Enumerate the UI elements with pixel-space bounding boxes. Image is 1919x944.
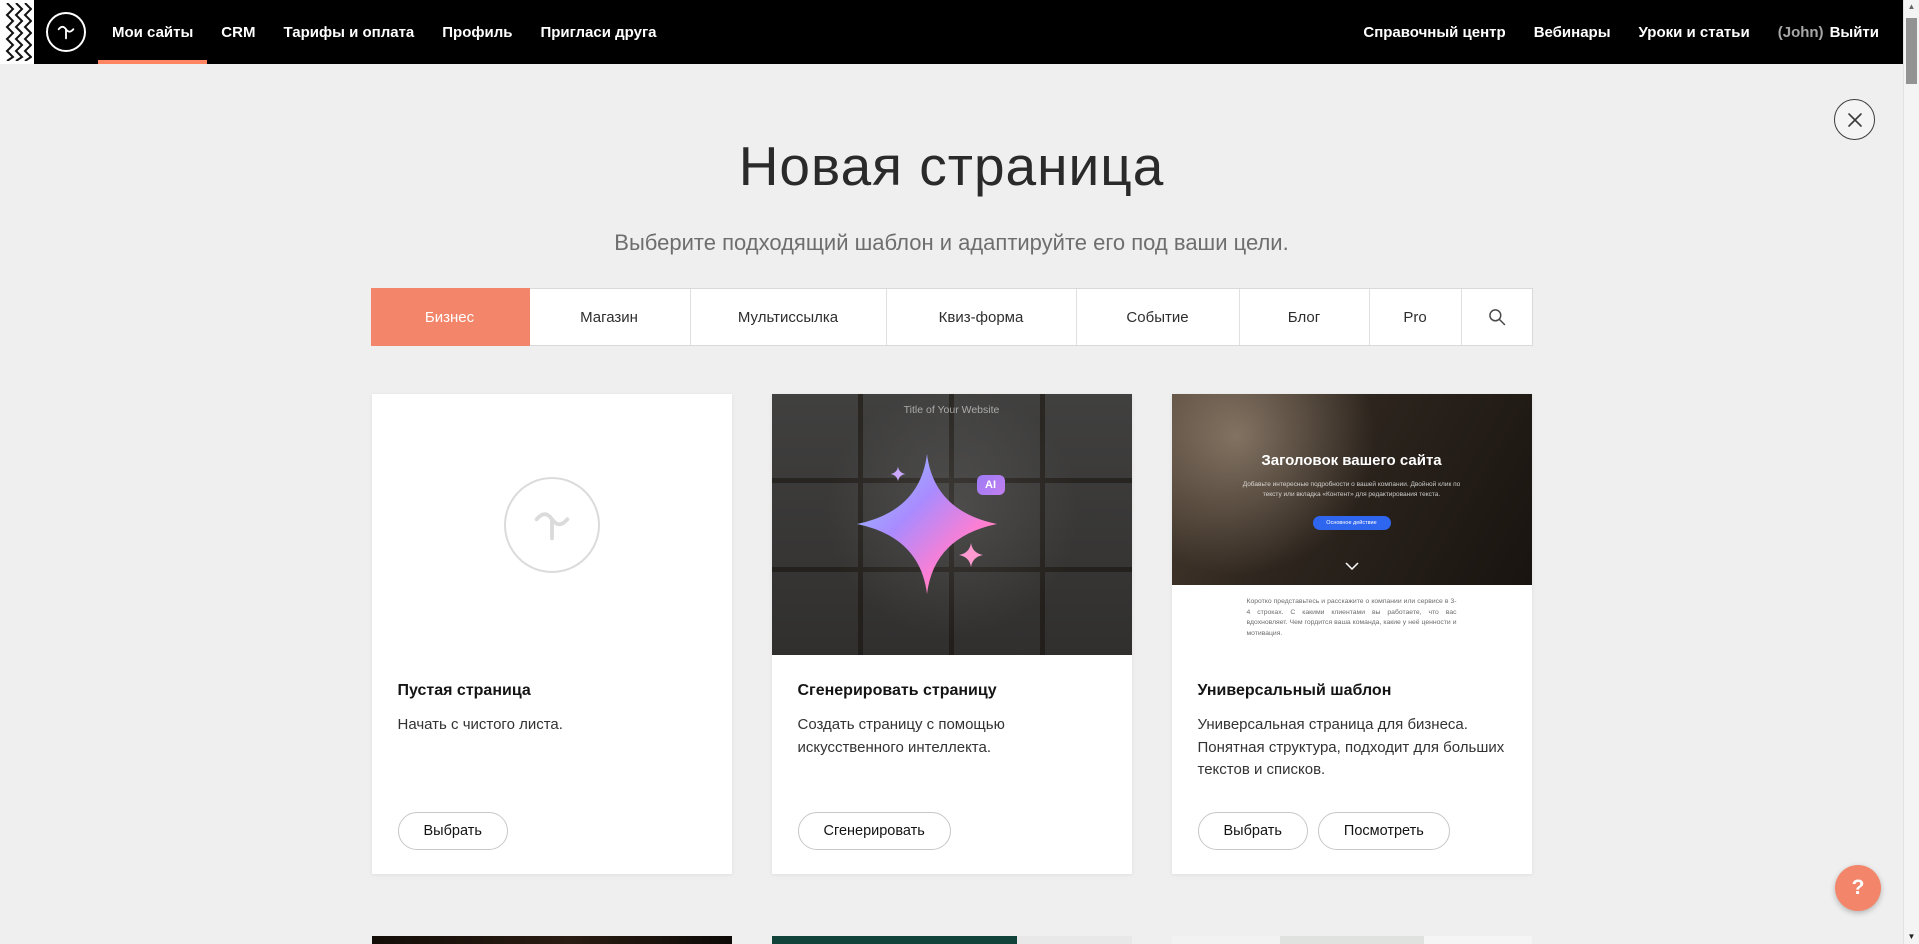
preview-hero: Заголовок вашего сайта Добавьте интересн… — [1172, 394, 1532, 585]
universal-template-preview[interactable]: Заголовок вашего сайта Добавьте интересн… — [1172, 394, 1532, 655]
template-card-partial[interactable] — [1172, 936, 1532, 944]
card-title: Пустая страница — [398, 682, 706, 700]
card-title: Универсальный шаблон — [1198, 682, 1506, 700]
preview-body: Коротко представьтесь и расскажите о ком… — [1172, 585, 1532, 655]
tab-blog[interactable]: Блог — [1240, 289, 1370, 345]
scrollbar[interactable]: ▲ ▼ — [1903, 0, 1919, 944]
new-page-dialog: Новая страница Выберите подходящий шабло… — [0, 64, 1903, 944]
username-label: (John) — [1778, 24, 1824, 41]
corner-zigzag-decoration — [0, 0, 34, 64]
template-card-ai-generate: Title of Your Website About us — [772, 394, 1132, 874]
chevron-down-icon — [1345, 562, 1359, 570]
blank-template-preview[interactable] — [372, 394, 732, 655]
preview-body-text: Коротко представьтесь и расскажите о ком… — [1247, 597, 1457, 639]
template-category-tabs: Бизнес Магазин Мультиссылка Квиз-форма С… — [371, 288, 1533, 346]
nav-crm-label: CRM — [221, 24, 255, 41]
nav-lessons-label: Уроки и статьи — [1639, 24, 1750, 41]
ai-template-preview[interactable]: Title of Your Website About us — [772, 394, 1132, 655]
tilda-logo[interactable] — [46, 12, 86, 52]
next-row-preview — [372, 936, 1532, 944]
nav-profile[interactable]: Профиль — [428, 0, 526, 64]
nav-invite-friend-label: Пригласи друга — [540, 24, 656, 41]
tab-multilink[interactable]: Мультиссылка — [691, 289, 887, 345]
scroll-down-arrow[interactable]: ▼ — [1904, 930, 1919, 944]
card-description: Начать с чистого листа. — [398, 714, 706, 737]
card-description: Создать страницу с помощью искусственног… — [798, 714, 1106, 759]
logout-label: Выйти — [1830, 24, 1879, 41]
preview-subtext: Добавьте интересные подробности о вашей … — [1236, 480, 1466, 500]
ai-sparkle-icon — [852, 449, 1002, 599]
card-description: Универсальная страница для бизнеса. Поня… — [1198, 714, 1506, 782]
preview-cta-button: Основное действие — [1313, 516, 1391, 530]
nav-my-sites[interactable]: Мои сайты — [98, 0, 207, 64]
nav-profile-label: Профиль — [442, 24, 512, 41]
tab-pro[interactable]: Pro — [1370, 289, 1462, 345]
page-subtitle: Выберите подходящий шаблон и адаптируйте… — [0, 230, 1903, 256]
view-universal-button[interactable]: Посмотреть — [1318, 812, 1450, 850]
scroll-up-arrow[interactable]: ▲ — [1904, 0, 1919, 14]
nav-pricing-label: Тарифы и оплата — [283, 24, 414, 41]
sparkle-tiny-icon — [890, 466, 906, 482]
nav-my-sites-label: Мои сайты — [112, 24, 193, 41]
collage-faint-title: Title of Your Website — [772, 404, 1132, 416]
tab-shop[interactable]: Магазин — [529, 289, 691, 345]
close-icon — [1847, 112, 1863, 128]
tab-event[interactable]: Событие — [1077, 289, 1240, 345]
nav-invite-friend[interactable]: Пригласи друга — [526, 0, 670, 64]
page-title: Новая страница — [0, 134, 1903, 198]
nav-crm[interactable]: CRM — [207, 0, 269, 64]
app-window: Мои сайты CRM Тарифы и оплата Профиль Пр… — [0, 0, 1919, 944]
tab-quiz-form[interactable]: Квиз-форма — [887, 289, 1077, 345]
template-card-partial[interactable] — [772, 936, 1132, 944]
tilda-watermark-icon — [504, 477, 600, 573]
select-blank-button[interactable]: Выбрать — [398, 812, 508, 850]
tab-search[interactable] — [1462, 289, 1532, 345]
ai-badge: AI — [977, 475, 1005, 495]
zigzag-icon — [2, 3, 32, 61]
template-card-blank: Пустая страница Начать с чистого листа. … — [372, 394, 732, 874]
card-title: Сгенерировать страницу — [798, 682, 1106, 700]
top-navbar: Мои сайты CRM Тарифы и оплата Профиль Пр… — [0, 0, 1903, 64]
preview-heading: Заголовок вашего сайта — [1172, 452, 1532, 469]
nav-lessons[interactable]: Уроки и статьи — [1625, 0, 1764, 64]
nav-help-center[interactable]: Справочный центр — [1349, 0, 1519, 64]
generate-button[interactable]: Сгенерировать — [798, 812, 951, 850]
nav-help-center-label: Справочный центр — [1363, 24, 1505, 41]
template-grid: Пустая страница Начать с чистого листа. … — [372, 394, 1532, 874]
nav-webinars-label: Вебинары — [1534, 24, 1611, 41]
select-universal-button[interactable]: Выбрать — [1198, 812, 1308, 850]
nav-webinars[interactable]: Вебинары — [1520, 0, 1625, 64]
template-card-partial[interactable] — [372, 936, 732, 944]
template-card-universal: Заголовок вашего сайта Добавьте интересн… — [1172, 394, 1532, 874]
help-button[interactable]: ? — [1835, 865, 1881, 911]
collage-tile-label: About us — [1082, 516, 1110, 523]
scrollbar-thumb[interactable] — [1906, 18, 1917, 84]
sparkle-small-icon — [958, 542, 984, 568]
tab-business[interactable]: Бизнес — [372, 289, 529, 345]
nav-logout[interactable]: (John) Выйти — [1764, 0, 1893, 64]
search-icon — [1487, 307, 1507, 327]
tilda-logo-icon — [55, 21, 77, 43]
nav-pricing[interactable]: Тарифы и оплата — [269, 0, 428, 64]
